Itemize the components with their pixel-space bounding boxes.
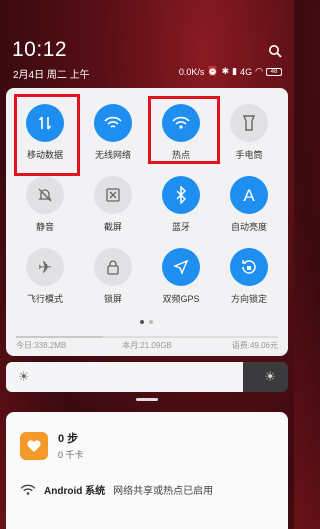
tile-lock-screen[interactable]: 锁屏 bbox=[78, 248, 148, 305]
tile-bluetooth[interactable]: 蓝牙 bbox=[146, 176, 216, 233]
clock: 10:12 bbox=[12, 38, 68, 61]
rotation-lock-icon bbox=[230, 248, 268, 286]
tile-label: 无线网络 bbox=[94, 150, 131, 160]
tile-label: 蓝牙 bbox=[171, 222, 190, 232]
brightness-fill bbox=[6, 362, 243, 392]
page-dot[interactable] bbox=[140, 320, 144, 324]
gps-icon bbox=[162, 248, 200, 286]
signal-icon: ▮ bbox=[232, 66, 238, 76]
page-dot[interactable] bbox=[149, 320, 153, 324]
drag-handle[interactable] bbox=[136, 398, 158, 401]
tile-airplane[interactable]: ✈ 飞行模式 bbox=[10, 248, 80, 305]
auto-brightness-icon: A bbox=[230, 176, 268, 214]
network-type: 4G bbox=[240, 66, 253, 77]
tile-label: 手电筒 bbox=[235, 150, 263, 160]
tile-mute[interactable]: 静音 bbox=[10, 176, 80, 233]
lock-icon bbox=[94, 248, 132, 286]
usage-today: 今日:338.2MB bbox=[16, 335, 104, 351]
tile-flashlight[interactable]: 手电筒 bbox=[214, 104, 284, 161]
tile-wifi[interactable]: 无线网络 bbox=[78, 104, 148, 161]
balance: 语费:49.06元 bbox=[190, 335, 278, 351]
calories-count: 0 千卡 bbox=[58, 450, 84, 460]
steps-count[interactable]: 0 步 bbox=[58, 430, 78, 446]
tile-label: 自动亮度 bbox=[230, 222, 267, 232]
system-notification[interactable]: Android 系统 网络共享或热点已启用 bbox=[20, 482, 213, 497]
tile-label: 截屏 bbox=[103, 222, 122, 232]
date: 2月4日 周二 上午 bbox=[13, 70, 90, 81]
flashlight-icon bbox=[230, 104, 268, 142]
notification-area: 0 步 0 千卡 Android 系统 网络共享或热点已启用 bbox=[6, 412, 288, 529]
battery-icon: 48 bbox=[266, 67, 282, 76]
airplane-icon: ✈ bbox=[26, 248, 64, 286]
hotspot-notification-icon bbox=[20, 484, 36, 495]
usage-month: 本月:21.09GB bbox=[103, 335, 191, 351]
highlight-box bbox=[14, 94, 80, 176]
tile-screenshot[interactable]: 截屏 bbox=[78, 176, 148, 233]
wifi-icon bbox=[94, 104, 132, 142]
bluetooth-status-icon: ✱ bbox=[221, 66, 230, 76]
tile-rotation-lock[interactable]: 方向锁定 bbox=[214, 248, 284, 305]
tile-auto-brightness[interactable]: A 自动亮度 bbox=[214, 176, 284, 233]
bluetooth-icon bbox=[162, 176, 200, 214]
data-usage-bar[interactable]: 今日:338.2MB 本月:21.09GB 语费:49.06元 bbox=[16, 334, 278, 352]
tile-label: 静音 bbox=[35, 222, 54, 232]
tile-label: 飞行模式 bbox=[26, 294, 63, 304]
tile-label: 方向锁定 bbox=[230, 294, 267, 304]
status-bar: 10:12 2月4日 周二 上午 0.0K/s ⏰ ✱ ▮ 4G ◠ 48 bbox=[0, 0, 294, 84]
brightness-slider[interactable]: ☀ ☀ bbox=[6, 362, 288, 392]
wifi-status-icon: ◠ bbox=[255, 66, 263, 76]
alarm-icon: ⏰ bbox=[207, 66, 219, 76]
net-speed: 0.0K/s bbox=[178, 66, 205, 77]
page-indicator bbox=[140, 320, 153, 324]
health-app-icon bbox=[20, 432, 48, 460]
tile-dual-gps[interactable]: 双频GPS bbox=[146, 248, 216, 305]
search-icon[interactable] bbox=[268, 44, 282, 58]
mute-icon bbox=[26, 176, 64, 214]
notification-app-name: Android 系统 bbox=[44, 486, 106, 497]
highlight-box bbox=[148, 96, 220, 164]
notification-message: 网络共享或热点已启用 bbox=[113, 486, 214, 497]
brightness-high-icon: ☀ bbox=[264, 369, 276, 384]
quick-settings-panel: 移动数据 无线网络 热点 手电筒 静音 截屏 蓝牙 A 自动亮度 ✈ 飞行模式 … bbox=[6, 88, 288, 356]
system-status-icons: 0.0K/s ⏰ ✱ ▮ 4G ◠ 48 bbox=[179, 66, 282, 77]
screenshot-icon bbox=[94, 176, 132, 214]
tile-label: 锁屏 bbox=[103, 294, 122, 304]
tile-label: 双频GPS bbox=[162, 294, 200, 304]
brightness-low-icon: ☀ bbox=[18, 369, 30, 384]
